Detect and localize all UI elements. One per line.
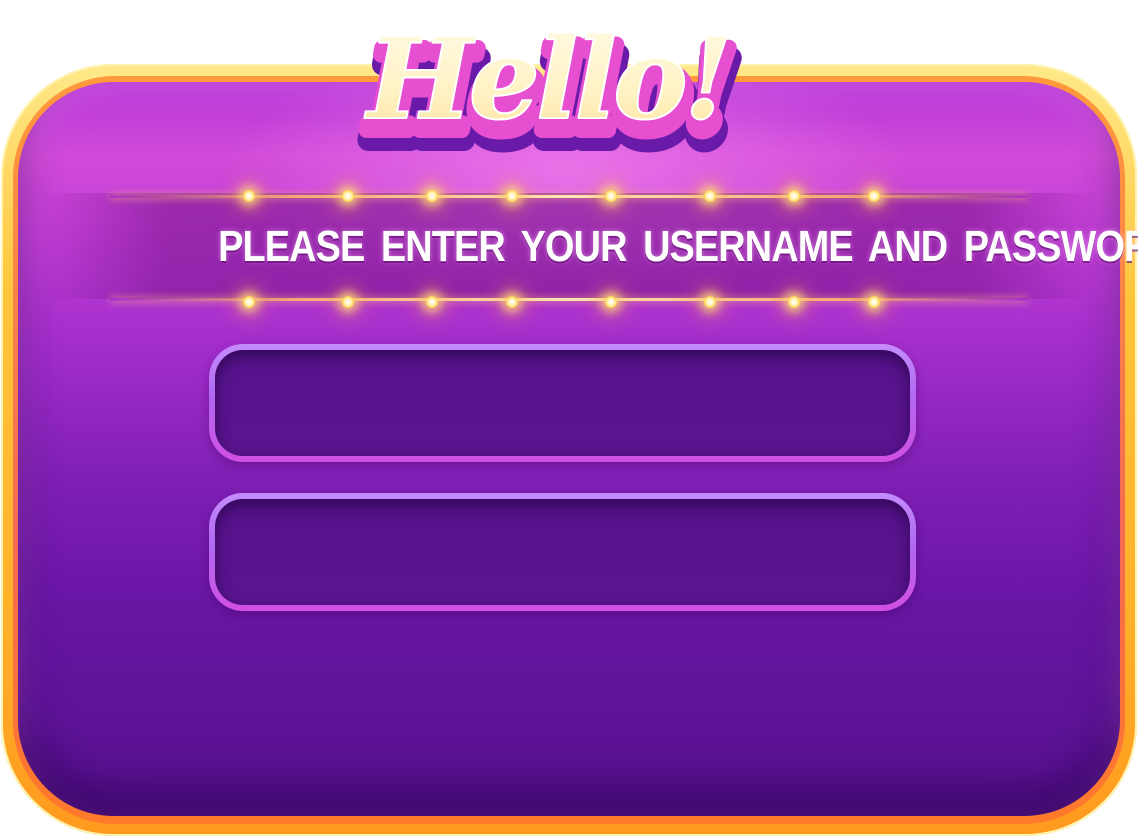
marquee-light-icon	[788, 296, 800, 308]
marquee-light-icon	[704, 296, 716, 308]
marquee-light-icon	[506, 296, 518, 308]
username-input[interactable]	[209, 344, 916, 462]
hello-title-art: Hello! Hello! Hello!	[357, 13, 748, 165]
marquee-light-icon	[426, 190, 438, 202]
marquee-light-icon	[605, 296, 617, 308]
hello-title-logo: Hello! Hello! Hello!	[330, 0, 770, 165]
password-input[interactable]	[209, 493, 916, 611]
marquee-light-icon	[426, 296, 438, 308]
marquee-light-icon	[868, 190, 880, 202]
login-dialog: PLEASE ENTER YOUR USERNAME AND PASSWORD …	[0, 0, 1138, 837]
title-text: Hello!	[364, 14, 729, 145]
marquee-light-icon	[243, 190, 255, 202]
marquee-light-icon	[243, 296, 255, 308]
marquee-light-icon	[342, 190, 354, 202]
marquee-light-icon	[704, 190, 716, 202]
marquee-light-icon	[342, 296, 354, 308]
login-instruction-text: PLEASE ENTER YOUR USERNAME AND PASSWORD	[218, 222, 1138, 271]
marquee-light-icon	[605, 190, 617, 202]
marquee-light-icon	[506, 190, 518, 202]
marquee-light-icon	[788, 190, 800, 202]
marquee-light-icon	[868, 296, 880, 308]
